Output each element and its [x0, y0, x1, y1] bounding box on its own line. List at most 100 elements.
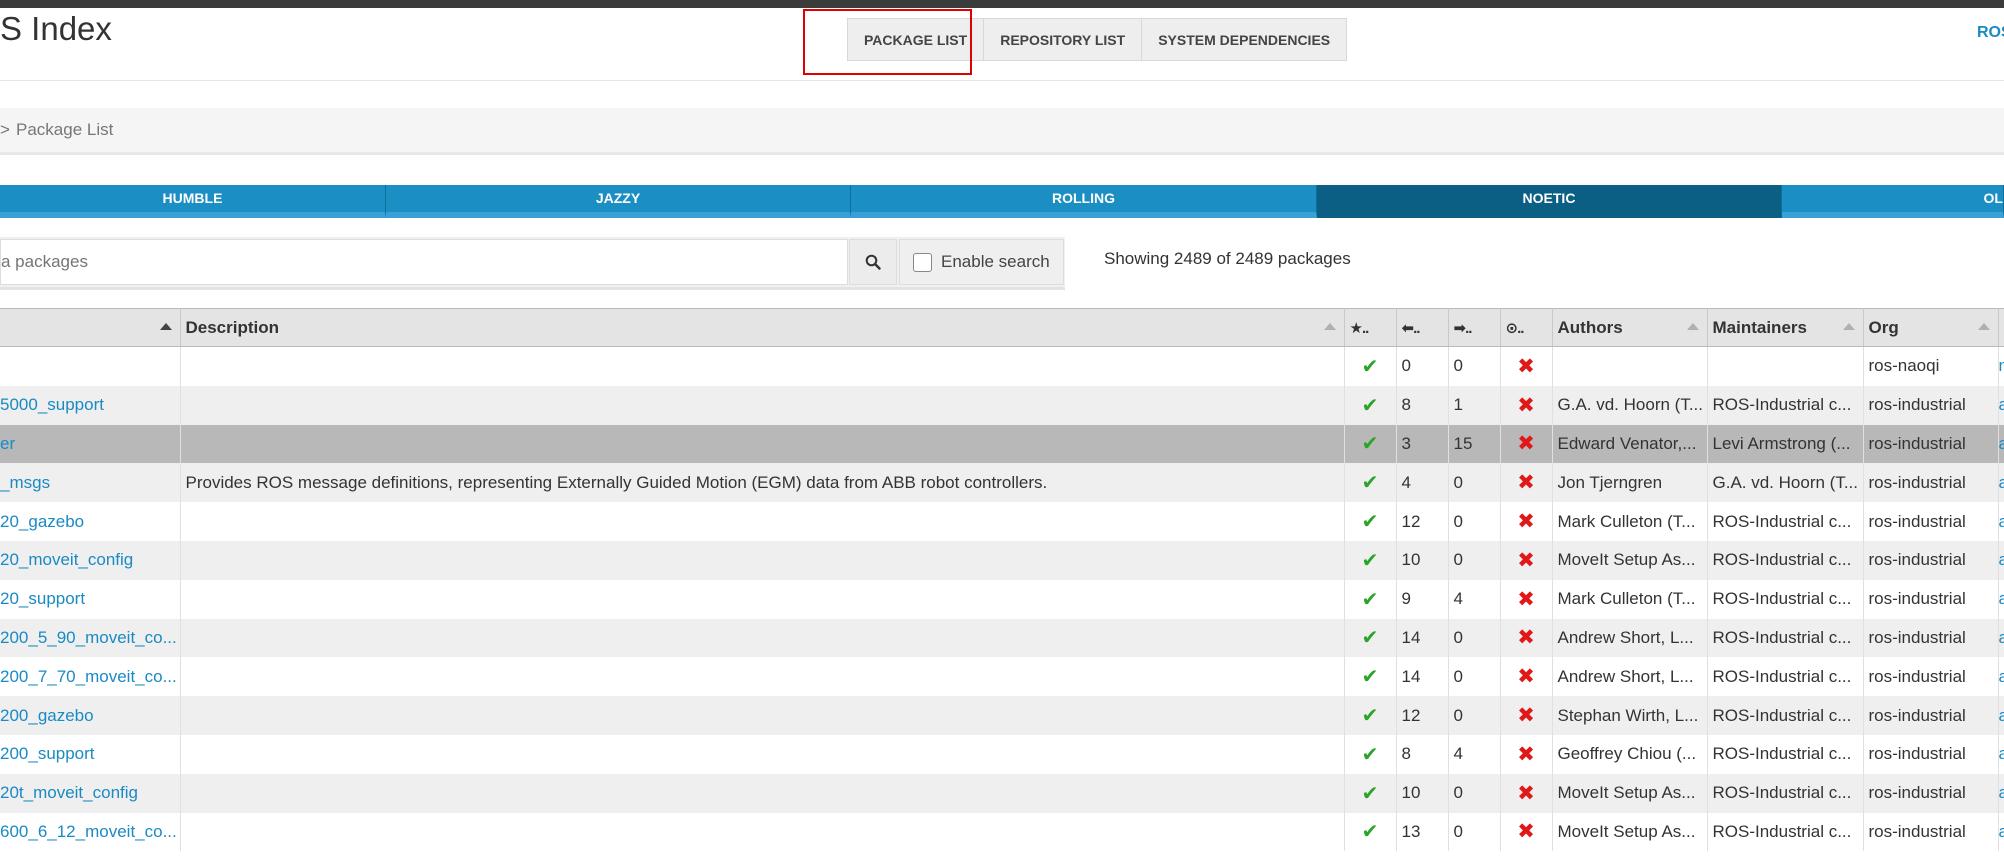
- col-released[interactable]: ★..: [1344, 308, 1397, 347]
- table-row[interactable]: 200_gazebo ✔ 12 0 ✖ Stephan Wirth, L... ROS-In…: [0, 696, 2004, 735]
- col-deps[interactable]: ⬅..: [1396, 308, 1449, 347]
- repo-link[interactable]: a: [1998, 579, 2004, 619]
- breadcrumb-separator: >: [0, 120, 10, 139]
- package-org: ros-industrial: [1863, 696, 1999, 735]
- package-table: Description ★.. ⬅.. ➡.. ⊙.. Authors Main…: [0, 308, 2004, 852]
- released-cell: ✔: [1344, 579, 1397, 619]
- table-row[interactable]: ✔ 00 ✖ ros-naoqin: [0, 346, 2004, 386]
- package-description: [180, 424, 1345, 464]
- breadcrumb: > Package List: [0, 108, 2004, 155]
- nav-repository-list[interactable]: REPOSITORY LIST: [984, 18, 1143, 61]
- package-name-link[interactable]: 20_gazebo: [0, 502, 181, 541]
- col-used-by[interactable]: ➡..: [1448, 308, 1501, 347]
- package-name-link[interactable]: [0, 346, 181, 386]
- repo-link[interactable]: a: [1998, 502, 2004, 541]
- package-org: ros-industrial: [1863, 734, 1999, 774]
- ros-link[interactable]: ROS: [1977, 24, 2004, 42]
- package-name-link[interactable]: 200_5_90_moveit_co...: [0, 618, 181, 658]
- col-org[interactable]: Org: [1863, 308, 1999, 347]
- table-row[interactable]: 200_support ✔ 8 4 ✖ Geoffrey Chiou (... ROS-In…: [0, 734, 2004, 774]
- enable-search-toggle[interactable]: Enable search: [899, 239, 1064, 285]
- package-name-link[interactable]: 5000_support: [0, 385, 181, 425]
- col-issues[interactable]: ⊙..: [1500, 308, 1553, 347]
- search-input[interactable]: [0, 239, 848, 285]
- package-org: ros-industrial: [1863, 540, 1999, 580]
- package-authors: Andrew Short, L...: [1552, 657, 1708, 697]
- repo-link[interactable]: a: [1998, 812, 2004, 852]
- cross-icon: ✖: [1517, 393, 1535, 417]
- repo-link[interactable]: a: [1998, 463, 2004, 503]
- repo-link[interactable]: a: [1998, 540, 2004, 580]
- package-maintainers: [1707, 346, 1864, 386]
- package-description: [180, 696, 1345, 735]
- package-name-link[interactable]: 200_gazebo: [0, 696, 181, 735]
- cross-icon: ✖: [1517, 665, 1535, 689]
- repo-link[interactable]: n: [1998, 346, 2004, 386]
- repo-link[interactable]: a: [1998, 696, 2004, 735]
- package-authors: Mark Culleton (T...: [1552, 502, 1708, 541]
- package-org: ros-industrial: [1863, 618, 1999, 658]
- repo-link[interactable]: a: [1998, 618, 2004, 658]
- header-divider: [0, 80, 2004, 81]
- table-row[interactable]: 200_7_70_moveit_co... ✔ 14 0 ✖ Andrew Short, …: [0, 657, 2004, 697]
- tab-jazzy[interactable]: JAZZY: [386, 185, 851, 218]
- tab-rolling[interactable]: ROLLING: [851, 185, 1317, 218]
- released-cell: ✔: [1344, 734, 1397, 774]
- table-row[interactable]: 600_6_12_moveit_co... ✔ 13 0 ✖ MoveIt Setup A…: [0, 812, 2004, 852]
- package-name-link[interactable]: 20_support: [0, 579, 181, 619]
- top-bar: [0, 0, 2004, 8]
- repo-link[interactable]: a: [1998, 424, 2004, 464]
- table-row[interactable]: 20_moveit_config ✔ 10 0 ✖ MoveIt Setup As... R…: [0, 540, 2004, 580]
- package-name-link[interactable]: er: [0, 424, 181, 464]
- package-name-link[interactable]: 600_6_12_moveit_co...: [0, 812, 181, 852]
- sort-icon: [1686, 323, 1699, 330]
- table-row[interactable]: 20_support ✔ 9 4 ✖ Mark Culleton (T... ROS-Ind…: [0, 579, 2004, 619]
- check-icon: ✔: [1361, 627, 1379, 650]
- sort-asc-icon: [159, 323, 172, 330]
- package-org: ros-industrial: [1863, 385, 1999, 425]
- package-maintainers: ROS-Industrial c...: [1707, 579, 1864, 619]
- released-cell: ✔: [1344, 812, 1397, 852]
- search-button[interactable]: [849, 239, 897, 285]
- package-description: [180, 657, 1345, 697]
- main-nav: PACKAGE LIST REPOSITORY LIST SYSTEM DEPE…: [847, 18, 1348, 61]
- table-row[interactable]: 200_5_90_moveit_co... ✔ 14 0 ✖ Andrew Short, …: [0, 618, 2004, 658]
- package-org: ros-industrial: [1863, 502, 1999, 541]
- repo-link[interactable]: a: [1998, 734, 2004, 774]
- tab-ol[interactable]: OL: [1782, 185, 2004, 218]
- repo-link[interactable]: a: [1998, 773, 2004, 813]
- repo-link[interactable]: a: [1998, 385, 2004, 425]
- package-authors: Andrew Short, L...: [1552, 618, 1708, 658]
- check-icon: ✔: [1361, 588, 1379, 611]
- released-cell: ✔: [1344, 424, 1397, 464]
- package-maintainers: Levi Armstrong (...: [1707, 424, 1864, 464]
- col-name[interactable]: [0, 308, 181, 347]
- tab-humble[interactable]: HUMBLE: [0, 185, 386, 218]
- package-name-link[interactable]: 20t_moveit_config: [0, 773, 181, 813]
- col-description[interactable]: Description: [180, 308, 1345, 347]
- table-row[interactable]: 20_gazebo ✔ 12 0 ✖ Mark Culleton (T... ROS-Ind…: [0, 502, 2004, 541]
- package-maintainers: ROS-Industrial c...: [1707, 657, 1864, 697]
- package-maintainers: ROS-Industrial c...: [1707, 385, 1864, 425]
- repo-link[interactable]: a: [1998, 657, 2004, 697]
- table-row[interactable]: 5000_support ✔ 8 1 ✖ G.A. vd. Hoorn (T... ROS-…: [0, 385, 2004, 425]
- nav-system-dependencies[interactable]: SYSTEM DEPENDENCIES: [1142, 18, 1348, 61]
- package-name-link[interactable]: 20_moveit_config: [0, 540, 181, 580]
- table-row[interactable]: er ✔ 3 15 ✖ Edward Venator,... Levi Armstrong …: [0, 424, 2004, 464]
- col-authors[interactable]: Authors: [1552, 308, 1708, 347]
- site-title[interactable]: S Index: [0, 10, 112, 48]
- package-name-link[interactable]: 200_7_70_moveit_co...: [0, 657, 181, 697]
- package-maintainers: ROS-Industrial c...: [1707, 696, 1864, 735]
- package-name-link[interactable]: _msgs: [0, 463, 181, 503]
- nav-package-list[interactable]: PACKAGE LIST: [847, 18, 985, 61]
- table-row[interactable]: _msgs Provides ROS message definitions, r…: [0, 463, 2004, 503]
- col-maintainers[interactable]: Maintainers: [1707, 308, 1864, 347]
- deps-count: 9: [1396, 579, 1449, 619]
- package-name-link[interactable]: 200_support: [0, 734, 181, 774]
- package-org: ros-industrial: [1863, 657, 1999, 697]
- table-row[interactable]: 20t_moveit_config ✔ 10 0 ✖ MoveIt Setup As...…: [0, 773, 2004, 813]
- package-org: ros-industrial: [1863, 463, 1999, 503]
- enable-search-checkbox[interactable]: [913, 252, 932, 272]
- tab-noetic[interactable]: NOETIC: [1317, 185, 1782, 218]
- col-extra[interactable]: [1998, 308, 2004, 347]
